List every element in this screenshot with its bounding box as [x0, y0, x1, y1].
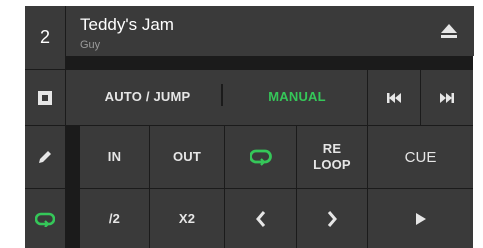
cue-button[interactable]: CUE	[368, 126, 473, 188]
eject-icon[interactable]	[440, 23, 458, 39]
skip-back-button[interactable]	[368, 70, 420, 125]
auto-jump-button[interactable]: AUTO / JUMP	[80, 79, 215, 115]
track-artist: Guy	[80, 39, 101, 51]
deck-number-label: 2	[39, 27, 50, 47]
manual-button[interactable]: MANUAL	[232, 79, 362, 115]
reloop-line2: LOOP	[313, 157, 351, 172]
loop-mode-button[interactable]	[25, 189, 65, 248]
stop-button[interactable]	[25, 70, 65, 125]
pencil-icon	[37, 149, 53, 165]
mode-divider	[221, 84, 223, 106]
skip-back-icon	[386, 92, 402, 104]
cue-label: CUE	[404, 148, 437, 166]
edit-button[interactable]	[25, 126, 65, 188]
chevron-left-icon	[255, 210, 266, 227]
chevron-right-icon	[327, 210, 337, 227]
loop-out-button[interactable]: OUT	[150, 126, 224, 188]
play-icon	[415, 212, 427, 226]
reloop-line1: RE	[322, 141, 342, 156]
deck-number: 2	[25, 6, 65, 69]
stop-square-icon	[37, 90, 53, 106]
play-button[interactable]	[368, 189, 473, 248]
reloop-button[interactable]: RE LOOP	[297, 126, 367, 188]
loop-in-button[interactable]: IN	[80, 126, 149, 188]
loop-icon	[35, 211, 55, 227]
skip-forward-icon	[439, 92, 455, 104]
loop-icon	[249, 148, 272, 166]
move-right-button[interactable]	[297, 189, 367, 248]
move-left-button[interactable]	[225, 189, 296, 248]
loop-double-button[interactable]: X2	[150, 189, 224, 248]
skip-forward-button[interactable]	[421, 70, 473, 125]
loop-half-button[interactable]: /2	[80, 189, 149, 248]
track-info: Teddy's Jam Guy	[66, 6, 474, 56]
loop-toggle-button[interactable]	[225, 126, 296, 188]
track-title: Teddy's Jam	[80, 15, 174, 34]
